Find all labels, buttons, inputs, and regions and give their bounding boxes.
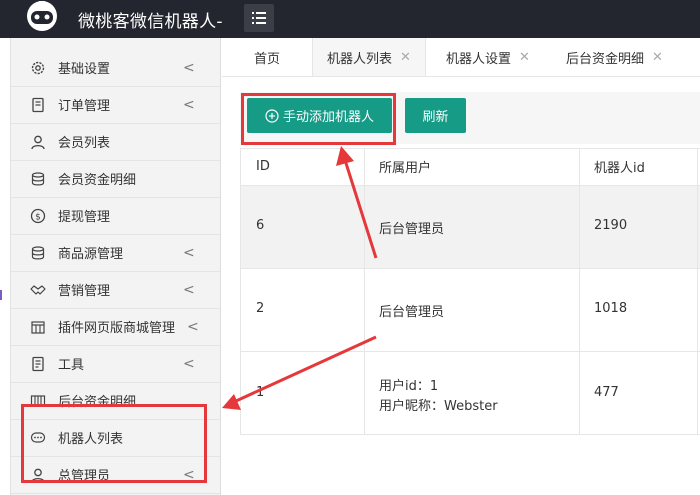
header-robot-id: 机器人id	[594, 161, 645, 176]
tab-robot-list[interactable]: 机器人列表 ✕	[312, 38, 426, 76]
chevron-left-icon: <	[183, 59, 195, 76]
sidebar-item-member-funds[interactable]: 会员资金明细	[11, 160, 220, 198]
table-border	[240, 434, 700, 435]
table-border	[240, 185, 700, 186]
sidebar-item-label: 工具	[58, 358, 85, 373]
tab-home[interactable]: 首页	[254, 38, 280, 76]
sidebar-item-plugin-shop[interactable]: 插件网页版商城管理 <	[11, 308, 220, 346]
gear-icon	[29, 59, 47, 77]
store-icon	[29, 318, 47, 336]
tab-label: 首页	[254, 51, 281, 67]
sidebar-item-marketing[interactable]: 营销管理 <	[11, 271, 220, 309]
close-icon[interactable]: ✕	[400, 50, 411, 65]
cell-user-id: 用户id：1	[379, 379, 439, 394]
table-border	[240, 148, 241, 434]
cell-id: 6	[256, 218, 265, 233]
sidebar-item-label: 会员资金明细	[58, 173, 137, 188]
left-edge-strip	[0, 38, 11, 495]
tab-label: 机器人设置	[446, 51, 512, 67]
tab-bar: 首页 机器人列表 ✕ 机器人设置 ✕ 后台资金明细 ✕	[222, 38, 700, 77]
cell-id: 1	[256, 385, 265, 400]
arrow-head-to-sidebar	[222, 394, 241, 410]
app-title: 微桃客微信机器人-	[78, 12, 223, 32]
cell-id: 2	[256, 301, 265, 316]
sidebar-item-product-source[interactable]: 商品源管理 <	[11, 234, 220, 272]
database-icon	[29, 244, 47, 262]
sidebar-item-member-list[interactable]: 会员列表	[11, 123, 220, 161]
cell-user: 后台管理员	[379, 305, 445, 320]
cell-robot-id: 1018	[594, 301, 628, 316]
sidebar-item-basic-settings[interactable]: 基础设置 <	[11, 49, 220, 87]
chevron-left-icon: <	[183, 96, 195, 113]
table-border	[240, 268, 700, 269]
sidebar-item-label: 提现管理	[58, 210, 111, 225]
annotation-box-robot-list	[21, 404, 207, 483]
sidebar-item-order-management[interactable]: 订单管理 <	[11, 86, 220, 124]
close-icon[interactable]: ✕	[652, 50, 663, 65]
top-bar: 微桃客微信机器人-	[0, 0, 700, 38]
cell-robot-id: 2190	[594, 218, 628, 233]
refresh-label: 刷新	[422, 110, 449, 125]
chevron-left-icon: <	[187, 318, 199, 335]
tab-robot-settings[interactable]: 机器人设置 ✕	[446, 38, 530, 76]
table-row-highlight	[240, 185, 700, 268]
edge-marker	[0, 290, 2, 300]
header-user: 所属用户	[379, 161, 432, 176]
chevron-left-icon: <	[183, 281, 195, 298]
table-border	[697, 148, 698, 434]
arrow-head-to-button	[336, 146, 354, 166]
sidebar-item-tools[interactable]: 工具 <	[11, 345, 220, 383]
sidebar-item-label: 营销管理	[58, 284, 111, 299]
user-icon	[29, 133, 47, 151]
sidebar-item-label: 订单管理	[58, 99, 111, 114]
sidebar-item-withdrawal[interactable]: $ 提现管理	[11, 197, 220, 235]
table-border	[240, 351, 700, 352]
database-icon	[29, 170, 47, 188]
sidebar-item-label: 会员列表	[58, 136, 111, 151]
hamburger-menu-icon[interactable]	[244, 4, 274, 32]
close-icon[interactable]: ✕	[519, 50, 530, 65]
sidebar-item-label: 商品源管理	[58, 247, 124, 262]
table-border	[579, 148, 580, 434]
table-border	[364, 148, 365, 434]
robot-logo	[27, 1, 57, 31]
refresh-button[interactable]: 刷新	[405, 98, 466, 133]
header-id: ID	[256, 159, 270, 174]
sidebar-item-label: 插件网页版商城管理	[58, 321, 176, 336]
tab-label: 后台资金明细	[566, 51, 645, 67]
order-doc-icon	[29, 96, 47, 114]
handshake-icon	[29, 281, 47, 299]
dollar-icon: $	[29, 207, 47, 225]
chevron-left-icon: <	[183, 355, 195, 372]
svg-text:$: $	[35, 212, 41, 222]
tab-label: 机器人列表	[327, 51, 393, 67]
annotation-box-add-button	[241, 93, 396, 145]
tab-backend-funds[interactable]: 后台资金明细 ✕	[566, 38, 663, 76]
cell-robot-id: 477	[594, 385, 619, 400]
chevron-left-icon: <	[183, 244, 195, 261]
cell-user: 后台管理员	[379, 222, 445, 237]
sidebar-item-label: 基础设置	[58, 62, 111, 77]
tool-doc-icon	[29, 355, 47, 373]
cell-user-nickname: 用户昵称：Webster	[379, 399, 498, 414]
